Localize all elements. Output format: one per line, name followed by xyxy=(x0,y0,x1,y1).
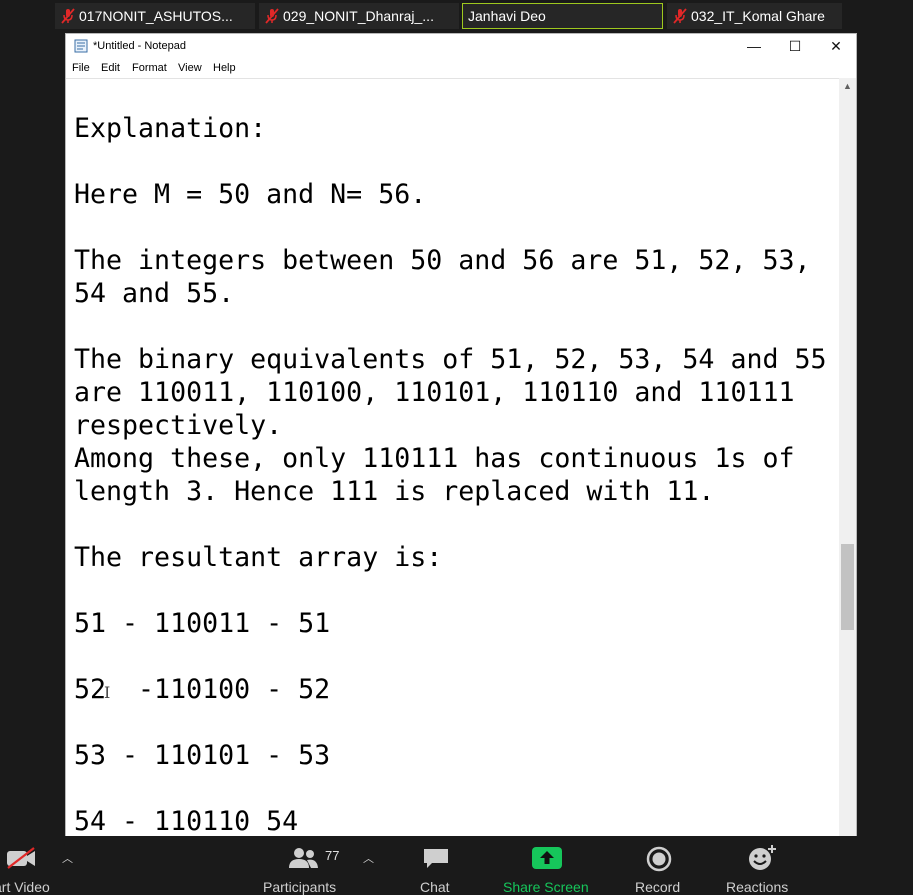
participant-name: Janhavi Deo xyxy=(468,8,546,24)
text-editor[interactable]: Explanation: Here M = 50 and N= 56. The … xyxy=(66,78,840,836)
window-title: *Untitled - Notepad xyxy=(93,40,186,52)
text-line: 52 -110100 - 52 xyxy=(74,674,331,705)
text-line: are 110011, 110100, 110101, 110110 and 1… xyxy=(74,377,795,408)
notepad-app-icon xyxy=(74,39,88,53)
share-screen-button[interactable]: Share Screen xyxy=(500,836,595,895)
participant-name: 032_IT_Komal Ghare xyxy=(691,8,825,24)
close-button[interactable]: ✕ xyxy=(816,34,856,58)
share-screen-label: Share Screen xyxy=(503,879,589,895)
participant-tile[interactable]: 029_NONIT_Dhanraj_... xyxy=(259,3,459,29)
muted-mic-icon xyxy=(61,8,75,24)
maximize-button[interactable]: ☐ xyxy=(775,34,815,58)
text-line: length 3. Hence 111 is replaced with 11. xyxy=(74,476,715,507)
participants-count: 77 xyxy=(325,848,340,863)
chat-button[interactable]: Chat xyxy=(412,836,462,895)
participant-tile[interactable]: 017NONIT_ASHUTOS... xyxy=(55,3,255,29)
chevron-up-icon[interactable]: ︿ xyxy=(363,850,374,866)
start-video-button[interactable]: ︿ art Video xyxy=(0,836,80,895)
participant-name: 017NONIT_ASHUTOS... xyxy=(79,8,233,24)
text-line: respectively. xyxy=(74,410,283,441)
menu-bar: File Edit Format View Help xyxy=(66,58,856,78)
menu-file[interactable]: File xyxy=(72,60,90,76)
menu-view[interactable]: View xyxy=(178,60,202,76)
meeting-toolbar: ︿ art Video 77 ︿ Participants Chat Share… xyxy=(0,836,913,895)
video-off-icon xyxy=(7,847,35,869)
text-line: 51 - 110011 - 51 xyxy=(74,608,331,639)
menu-format[interactable]: Format xyxy=(132,60,167,76)
start-video-label: art Video xyxy=(0,879,50,895)
chat-icon xyxy=(424,849,448,868)
text-line: Here M = 50 and N= 56. xyxy=(74,179,427,210)
participant-tile-active[interactable]: Janhavi Deo xyxy=(462,3,663,29)
title-bar[interactable]: *Untitled - Notepad — ☐ ✕ xyxy=(66,34,856,58)
menu-edit[interactable]: Edit xyxy=(101,60,120,76)
text-line: 54 and 55. xyxy=(74,278,235,309)
participants-label: Participants xyxy=(263,879,337,895)
record-button[interactable]: Record xyxy=(630,836,690,895)
text-line: 53 - 110101 - 53 xyxy=(74,740,331,771)
menu-help[interactable]: Help xyxy=(213,60,236,76)
muted-mic-icon xyxy=(673,8,687,24)
participant-strip: 017NONIT_ASHUTOS... 029_NONIT_Dhanraj_..… xyxy=(0,0,913,32)
record-icon xyxy=(646,846,672,872)
scroll-up-icon[interactable]: ▲ xyxy=(843,81,852,91)
muted-mic-icon xyxy=(265,8,279,24)
notepad-window: *Untitled - Notepad — ☐ ✕ File Edit Form… xyxy=(65,33,857,836)
scroll-thumb[interactable] xyxy=(841,544,854,630)
chevron-up-icon[interactable]: ︿ xyxy=(62,850,73,866)
record-label: Record xyxy=(635,879,681,895)
reactions-icon xyxy=(749,845,776,870)
reactions-label: Reactions xyxy=(726,879,789,895)
reactions-button[interactable]: Reactions xyxy=(722,836,802,895)
participant-name: 029_NONIT_Dhanraj_... xyxy=(283,8,434,24)
text-line: Explanation: xyxy=(74,113,267,144)
text-line: 54 - 110110 54 xyxy=(74,806,299,836)
participants-icon xyxy=(289,848,318,868)
text-line: Among these, only 110111 has continuous … xyxy=(74,443,795,474)
share-screen-icon xyxy=(532,847,562,869)
text-line: The integers between 50 and 56 are 51, 5… xyxy=(74,245,811,276)
text-cursor-icon: I xyxy=(104,683,111,702)
participant-tile[interactable]: 032_IT_Komal Ghare xyxy=(667,3,842,29)
minimize-button[interactable]: — xyxy=(734,34,774,58)
participants-button[interactable]: 77 ︿ Participants xyxy=(255,836,385,895)
vertical-scrollbar[interactable]: ▲ xyxy=(839,78,856,836)
text-line: The binary equivalents of 51, 52, 53, 54… xyxy=(74,344,827,375)
text-line: The resultant array is: xyxy=(74,542,443,573)
chat-label: Chat xyxy=(420,879,450,895)
